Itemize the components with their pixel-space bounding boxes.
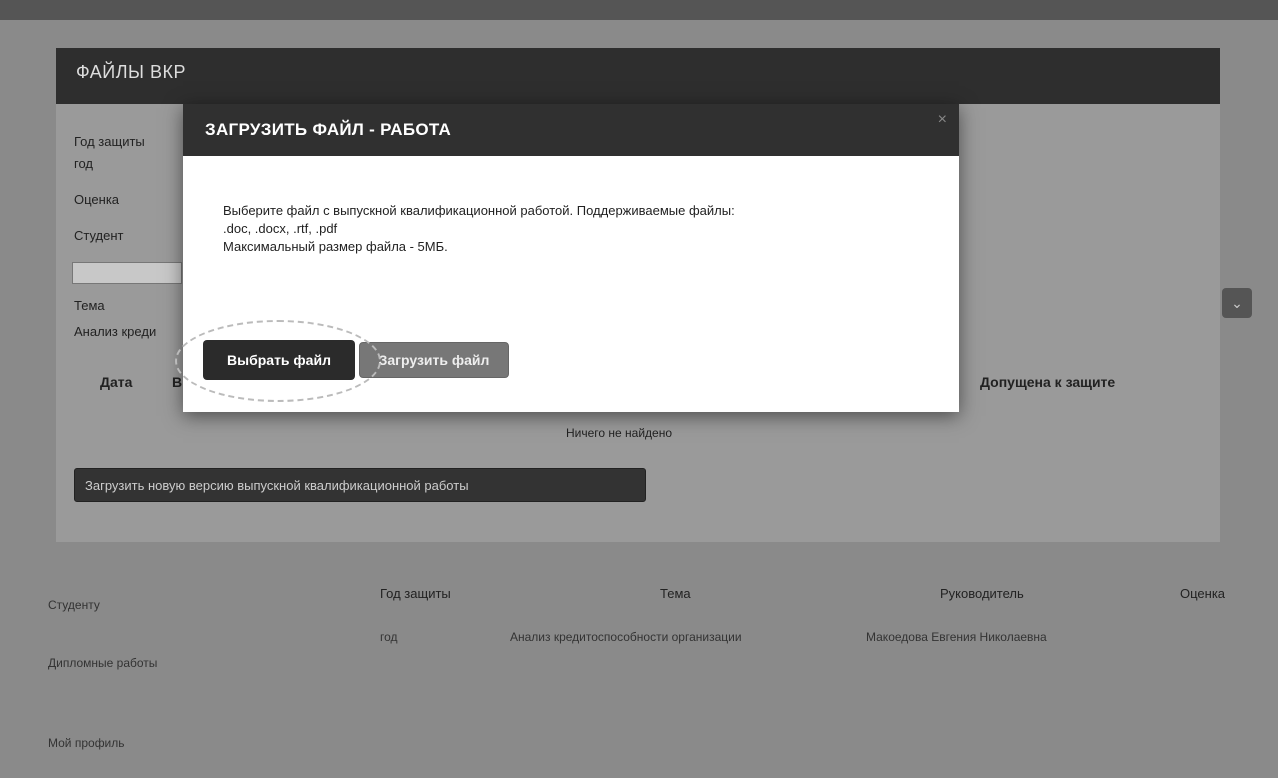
- topic-value: Анализ креди: [74, 324, 157, 339]
- max-size-text: Максимальный размер файла - 5МБ.: [223, 239, 448, 254]
- top-strip: [0, 0, 1278, 20]
- dialog-header: ЗАГРУЗИТЬ ФАЙЛ - РАБОТА ×: [183, 104, 959, 156]
- column-supervisor: Руководитель: [940, 586, 1024, 601]
- student-field[interactable]: [72, 262, 182, 284]
- column-topic: Тема: [660, 586, 691, 601]
- sidebar-item-works[interactable]: Дипломные работы: [48, 656, 157, 670]
- column-date[interactable]: Дата: [100, 374, 132, 390]
- column-year: Год защиты: [380, 586, 451, 601]
- column-admitted[interactable]: Допущена к защите: [980, 374, 1115, 390]
- sidebar-item-profile[interactable]: Мой профиль: [48, 736, 125, 750]
- empty-state-text: Ничего не найдено: [566, 426, 673, 440]
- row-year: год: [380, 630, 398, 644]
- supported-formats: .doc, .docx, .rtf, .pdf: [223, 221, 338, 236]
- dialog-instructions: Выберите файл с выпускной квалификационн…: [223, 202, 923, 256]
- row-supervisor: Макоедова Евгения Николаевна: [866, 630, 1047, 644]
- grade-label: Оценка: [74, 192, 120, 207]
- column-grade: Оценка: [1180, 586, 1226, 601]
- choose-file-button[interactable]: Выбрать файл: [203, 340, 355, 380]
- student-label: Студент: [74, 228, 124, 243]
- defense-year-label: Год защиты: [74, 134, 145, 149]
- upload-new-version-button[interactable]: Загрузить новую версию выпускной квалифи…: [74, 468, 646, 502]
- close-icon[interactable]: ×: [938, 112, 947, 128]
- sidebar-item-student[interactable]: Студенту: [48, 598, 100, 612]
- row-topic: Анализ кредитоспособности организации: [510, 630, 742, 644]
- background-table-row[interactable]: год Анализ кредитоспособности организаци…: [0, 626, 1278, 650]
- dialog-title: ЗАГРУЗИТЬ ФАЙЛ - РАБОТА: [205, 120, 452, 139]
- upload-file-button[interactable]: Загрузить файл: [359, 342, 509, 378]
- files-panel-title: ФАЙЛЫ ВКР: [76, 62, 186, 82]
- instructions-line-1: Выберите файл с выпускной квалификационн…: [223, 203, 735, 218]
- upload-dialog: ЗАГРУЗИТЬ ФАЙЛ - РАБОТА × Выберите файл …: [183, 104, 959, 412]
- background-table-header: Год защиты Тема Руководитель Оценка: [0, 580, 1278, 610]
- chevron-down-icon[interactable]: ⌄: [1222, 288, 1252, 318]
- column-second[interactable]: В: [172, 374, 182, 390]
- topic-label: Тема: [74, 298, 105, 313]
- files-panel-header: ФАЙЛЫ ВКР: [56, 48, 1220, 104]
- defense-year-value: год: [74, 156, 93, 171]
